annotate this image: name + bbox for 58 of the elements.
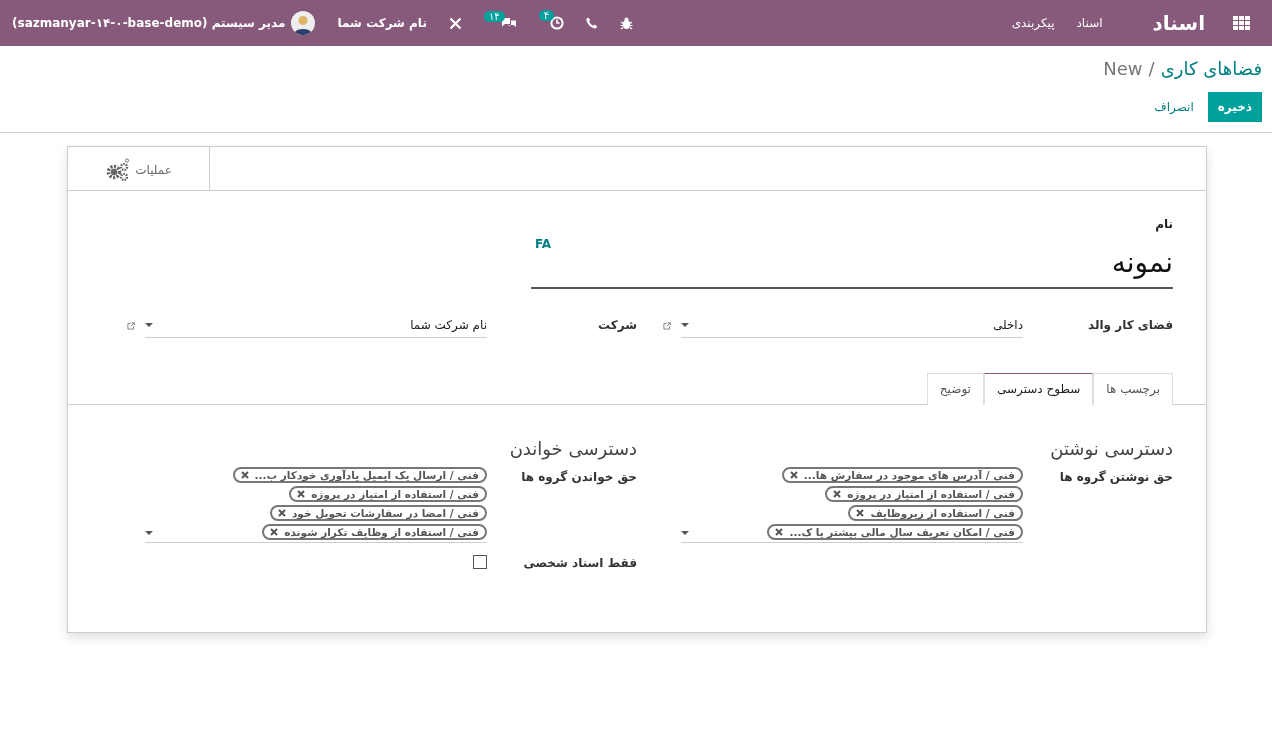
tags-field[interactable]: فنی / آدرس های موجود در سفارش ها... فنی / استفاده از امتیاز در پروژه فنی / استفاده از زیروظایف فنی / امکان تعریف سال مالی بیشتر یا ک... [681, 467, 1023, 543]
field-label: نام [1155, 217, 1173, 231]
discard-button[interactable]: انصراف [1150, 92, 1198, 122]
tag: فنی / آدرس های موجود در سفارش ها... [781, 467, 1023, 483]
caret-icon [145, 531, 153, 536]
apps-menu-icon[interactable] [1233, 15, 1250, 31]
gears-icon [105, 158, 132, 182]
tag: فنی / امضا در سفارشات تحویل خود [270, 505, 487, 521]
avatar-icon[interactable] [291, 11, 316, 35]
field-label: فضای کار والد [1087, 317, 1173, 332]
remove-icon[interactable] [775, 528, 784, 536]
tab[interactable]: سطوح دسترسی [983, 373, 1094, 405]
external-link-icon[interactable] [663, 320, 671, 332]
tag: فنی / استفاده از امتیاز در پروژه [289, 486, 487, 502]
checkbox[interactable] [473, 555, 487, 569]
tag: فنی / استفاده از امتیاز در پروژه [825, 486, 1023, 502]
phone-icon[interactable] [586, 17, 598, 29]
language-button[interactable]: FA [535, 233, 552, 251]
remove-icon[interactable] [297, 490, 306, 498]
remove-icon[interactable] [270, 528, 279, 536]
tab[interactable]: توضیح [926, 373, 984, 405]
field-label: حق نوشتن گروه ها [1058, 469, 1173, 484]
caret-icon [145, 322, 153, 328]
actions-button[interactable]: عملیات [68, 147, 210, 190]
remove-icon[interactable] [278, 509, 286, 517]
field-label: شرکت [597, 317, 637, 332]
tag: فنی / استفاده از زیروظایف [848, 505, 1023, 521]
tag: فنی / ارسال یک ایمیل یادآوری خودکار ب... [232, 467, 487, 483]
tags-field[interactable]: فنی / ارسال یک ایمیل یادآوری خودکار ب... فنی / استفاده از امتیاز در پروژه فنی / امضا در سفارشات تحویل خود فنی / استفاده از وظایف تکرار شونده [145, 467, 487, 543]
caret-icon [681, 531, 689, 536]
breadcrumb-link[interactable]: فضاهای کاری [1160, 58, 1262, 79]
save-button[interactable]: ذخیره [1207, 92, 1262, 122]
remove-icon[interactable] [833, 490, 842, 498]
breadcrumb-current: New [1103, 58, 1143, 79]
menu-item[interactable]: اسناد [1076, 16, 1103, 30]
notification-badge: ۱۴ [483, 10, 505, 22]
clock-icon[interactable] [550, 16, 564, 30]
remove-icon[interactable] [240, 471, 249, 479]
notification-badge: ۴ [538, 10, 554, 21]
field-label: فقط اسناد شخصی [522, 555, 637, 570]
menu-item[interactable]: پیکربندی [1011, 16, 1055, 30]
bug-icon[interactable] [620, 16, 633, 30]
user-name[interactable]: مدیر سیستم (sazmanyar-۱۴-۰-base-demo) [12, 16, 286, 30]
group-title: دسترسی خواندن [508, 438, 637, 459]
tag: فنی / امکان تعریف سال مالی بیشتر یا ک... [767, 524, 1023, 540]
tag: فنی / استفاده از وظایف تکرار شونده [262, 524, 487, 540]
remove-icon[interactable] [789, 471, 798, 479]
group-title: دسترسی نوشتن [1049, 438, 1173, 459]
dropdown-field[interactable]: نام شرکت شما [145, 315, 487, 338]
caret-icon [681, 322, 689, 328]
external-link-icon[interactable] [127, 320, 135, 332]
remove-icon[interactable] [856, 509, 865, 517]
tab[interactable]: برچسب ها [1093, 373, 1173, 405]
app-title: اسناد [1152, 11, 1205, 35]
dropdown-field[interactable]: داخلی [681, 315, 1023, 338]
breadcrumb-separator: / [1148, 58, 1155, 79]
field-label: حق خواندن گروه ها [520, 469, 637, 484]
company-name[interactable]: نام شرکت شما [337, 16, 427, 30]
